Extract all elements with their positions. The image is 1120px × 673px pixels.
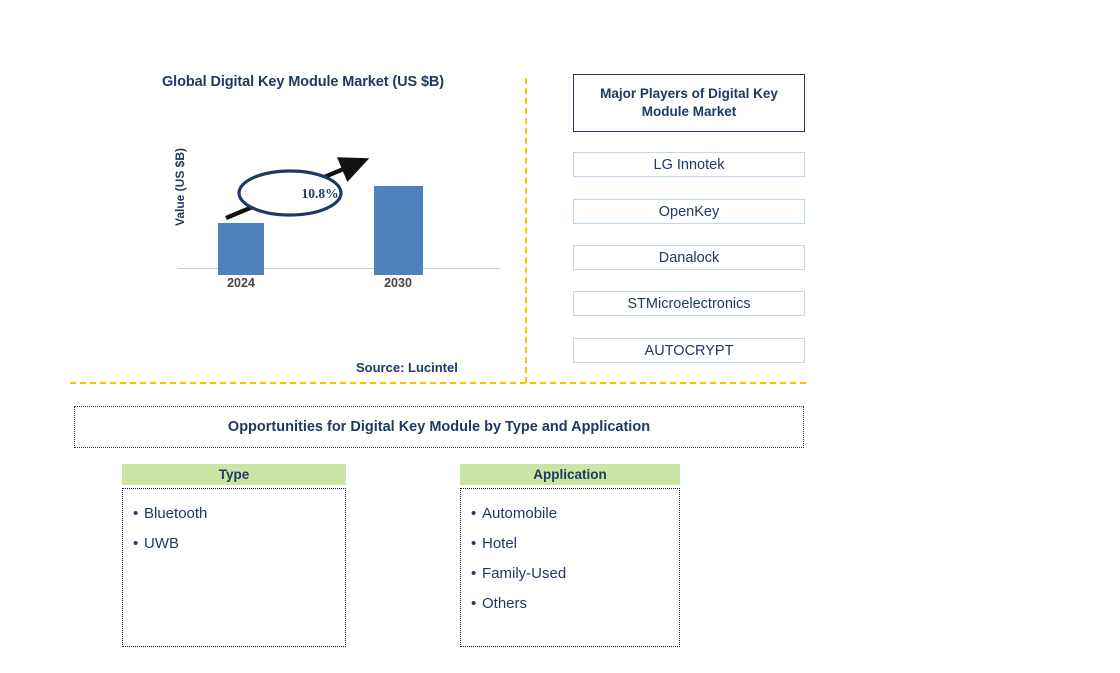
list-item: • Automobile xyxy=(465,499,679,529)
bar-2024 xyxy=(218,223,264,275)
list-item-label: UWB xyxy=(144,535,179,552)
x-tick-label-2024: 2024 xyxy=(227,276,255,290)
segment-header-application: Application xyxy=(460,464,680,485)
list-item: • Others xyxy=(465,589,679,619)
list-item-label: Family-Used xyxy=(482,565,567,582)
player-item-openkey[interactable]: OpenKey xyxy=(573,199,805,224)
player-item-danalock[interactable]: Danalock xyxy=(573,245,805,270)
x-tick-label-2030: 2030 xyxy=(384,276,412,290)
opportunities-banner: Opportunities for Digital Key Module by … xyxy=(74,406,804,448)
vertical-divider xyxy=(525,78,527,383)
source-attribution: Source: Lucintel xyxy=(356,360,458,375)
player-label: LG Innotek xyxy=(653,156,725,173)
cagr-value-label: 10.8% xyxy=(301,186,339,201)
player-label: AUTOCRYPT xyxy=(644,342,734,359)
bullet-icon: • xyxy=(471,565,477,582)
bullet-icon: • xyxy=(471,505,477,522)
list-item-label: Others xyxy=(482,595,528,612)
player-item-autocrypt[interactable]: AUTOCRYPT xyxy=(573,338,805,363)
horizontal-divider xyxy=(70,382,806,384)
list-item-label: Hotel xyxy=(482,535,518,552)
major-players-header: Major Players of Digital Key Module Mark… xyxy=(573,74,805,132)
infographic-canvas: Global Digital Key Module Market (US $B)… xyxy=(0,0,1120,673)
list-item-label: Bluetooth xyxy=(144,505,208,522)
player-label: Danalock xyxy=(658,249,720,266)
list-item: • Bluetooth xyxy=(127,499,345,529)
segment-list-type: • Bluetooth • UWB xyxy=(122,488,346,647)
segment-header-type: Type xyxy=(122,464,346,485)
player-item-stmicroelectronics[interactable]: STMicroelectronics xyxy=(573,291,805,316)
list-item: • Family-Used xyxy=(465,559,679,589)
bullet-icon: • xyxy=(133,505,139,522)
y-axis-label: Value (US $B) xyxy=(173,147,187,227)
bullet-icon: • xyxy=(471,535,477,552)
segment-list-application: • Automobile • Hotel • Family-Used • Others xyxy=(460,488,680,647)
player-label: OpenKey xyxy=(658,203,720,220)
player-label: STMicroelectronics xyxy=(627,295,751,312)
chart-title: Global Digital Key Module Market (US $B) xyxy=(162,74,445,90)
bar-chart: Value (US $B) 2024 2030 10.8% xyxy=(160,148,500,290)
list-item-label: Automobile xyxy=(482,505,558,522)
list-item: • UWB xyxy=(127,529,345,559)
list-item: • Hotel xyxy=(465,529,679,559)
player-item-lg-innotek[interactable]: LG Innotek xyxy=(573,152,805,177)
bullet-icon: • xyxy=(133,535,139,552)
bullet-icon: • xyxy=(471,595,477,612)
